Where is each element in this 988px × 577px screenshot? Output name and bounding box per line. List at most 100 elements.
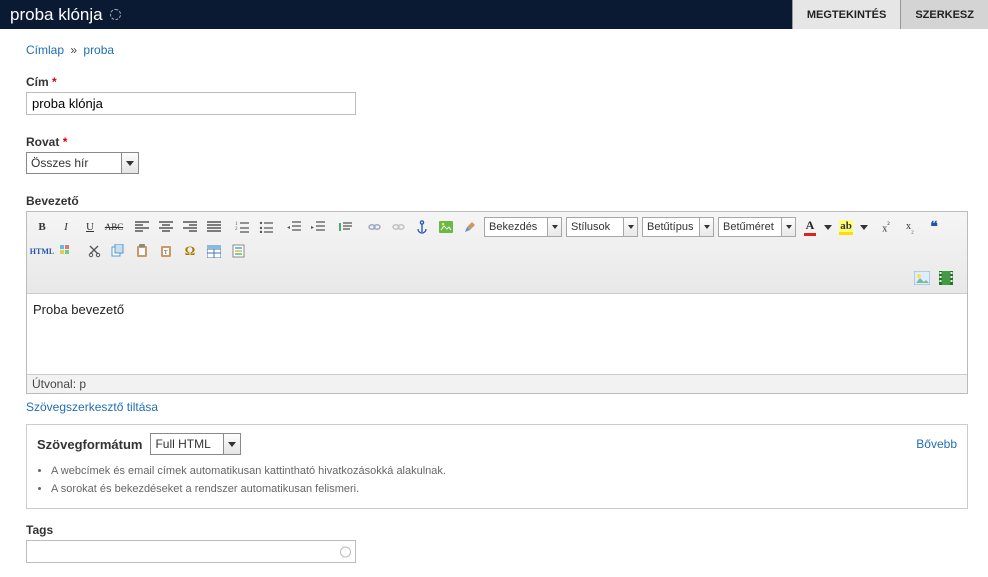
unordered-list-icon — [259, 221, 273, 233]
html-source-button[interactable]: HTML — [31, 240, 53, 262]
font-size-value: Betűméret — [719, 218, 781, 236]
select-button[interactable] — [623, 218, 637, 236]
cleanup-button[interactable] — [459, 216, 481, 238]
anchor-button[interactable] — [411, 216, 433, 238]
title-input[interactable] — [26, 92, 356, 115]
align-justify-icon — [207, 221, 221, 233]
copy-icon — [111, 244, 125, 258]
tab-view[interactable]: MEGTEKINTÉS — [792, 0, 900, 29]
chevron-down-icon — [824, 225, 832, 230]
align-right-button[interactable] — [179, 216, 201, 238]
rovat-label: Rovat * — [26, 135, 968, 149]
rovat-select-button[interactable] — [121, 153, 138, 173]
tab-edit[interactable]: SZERKESZ — [900, 0, 988, 29]
scissors-icon — [88, 244, 101, 258]
insert-media-button[interactable] — [935, 267, 957, 289]
image-button[interactable] — [435, 216, 457, 238]
special-char-omega-button[interactable]: Ω — [179, 240, 201, 262]
anchor-icon — [416, 220, 428, 234]
breadcrumb-home[interactable]: Címlap — [26, 43, 64, 57]
unlink-button[interactable] — [387, 216, 409, 238]
underline-button[interactable]: U — [79, 216, 101, 238]
field-rovat: Rovat * Összes hír — [26, 135, 968, 174]
primary-tabs: MEGTEKINTÉS SZERKESZ — [792, 0, 988, 29]
editor-element-path: Útvonal: p — [27, 374, 967, 393]
toolbar-row-2 — [30, 263, 964, 290]
cut-button[interactable] — [83, 240, 105, 262]
paste-icon — [136, 244, 148, 258]
chevron-down-icon — [704, 225, 710, 229]
chevron-down-icon — [628, 225, 634, 229]
grid-icon — [59, 244, 73, 258]
unlink-icon — [391, 221, 406, 233]
chevron-down-icon — [228, 442, 236, 447]
paragraph-format-select[interactable]: Bekezdés — [484, 217, 562, 237]
tags-input[interactable] — [26, 540, 356, 563]
paste-text-button[interactable]: T — [155, 240, 177, 262]
format-hints: A webcímek és email címek automatikusan … — [51, 463, 957, 498]
breadcrumb-item[interactable]: proba — [83, 43, 114, 57]
blockquote-button[interactable] — [335, 216, 357, 238]
align-center-button[interactable] — [155, 216, 177, 238]
chevron-down-icon — [860, 225, 868, 230]
text-color-dropdown[interactable] — [823, 216, 833, 238]
ordered-list-icon: 12 — [235, 221, 249, 233]
indent-button[interactable] — [307, 216, 329, 238]
disable-editor-link[interactable]: Szövegszerkesztő tiltása — [26, 400, 158, 414]
subscript-button[interactable]: x₂ — [899, 216, 921, 238]
align-left-button[interactable] — [131, 216, 153, 238]
svg-text:T: T — [164, 250, 168, 256]
quotation-button[interactable]: ❝ — [923, 216, 945, 238]
more-info-link[interactable]: Bővebb — [916, 437, 957, 451]
text-format-select[interactable]: Full HTML — [150, 433, 241, 455]
table-button[interactable] — [203, 240, 225, 262]
chevron-down-icon — [552, 225, 558, 229]
text-format-button[interactable] — [223, 434, 240, 454]
font-select[interactable]: Betűtípus — [642, 217, 714, 237]
italic-button[interactable]: I — [55, 216, 77, 238]
broom-icon — [463, 220, 477, 234]
numbered-list-button[interactable]: 12 — [231, 216, 253, 238]
special-char-button[interactable] — [55, 240, 77, 262]
outdent-icon — [287, 221, 301, 233]
template-icon — [232, 244, 245, 258]
editor-toolbar: B I U ABC 12 — [27, 212, 967, 294]
svg-text:2: 2 — [235, 227, 238, 232]
page-title-bar: proba klónja — [10, 5, 121, 25]
intro-label: Bevezető — [26, 194, 968, 208]
select-button[interactable] — [781, 218, 795, 236]
bullet-list-button[interactable] — [255, 216, 277, 238]
link-button[interactable] — [363, 216, 385, 238]
outdent-button[interactable] — [283, 216, 305, 238]
gear-icon[interactable] — [110, 9, 121, 20]
select-button[interactable] — [547, 218, 561, 236]
bg-color-dropdown[interactable] — [859, 216, 869, 238]
insert-image-button[interactable] — [911, 267, 933, 289]
breadcrumb-separator: » — [70, 43, 77, 57]
top-bar: proba klónja MEGTEKINTÉS SZERKESZ — [0, 0, 988, 29]
required-marker: * — [63, 135, 68, 149]
text-color-button[interactable]: A — [799, 216, 821, 238]
select-button[interactable] — [699, 218, 713, 236]
chevron-down-icon — [126, 161, 134, 166]
font-size-select[interactable]: Betűméret — [718, 217, 796, 237]
bg-color-button[interactable]: ab — [835, 216, 857, 238]
format-hint: A webcímek és email címek automatikusan … — [51, 463, 957, 481]
picture-icon — [914, 271, 930, 285]
rovat-select[interactable]: Összes hír — [26, 152, 139, 174]
text-format-label: Szövegformátum — [37, 437, 142, 452]
copy-button[interactable] — [107, 240, 129, 262]
align-justify-button[interactable] — [203, 216, 225, 238]
template-button[interactable] — [227, 240, 249, 262]
paste-button[interactable] — [131, 240, 153, 262]
styles-select[interactable]: Stílusok — [566, 217, 638, 237]
superscript-button[interactable]: x² — [875, 216, 897, 238]
font-value: Betűtípus — [643, 218, 699, 236]
bold-button[interactable]: B — [31, 216, 53, 238]
editor-content[interactable]: Proba bevezető — [27, 294, 967, 374]
align-left-icon — [135, 221, 149, 233]
field-tags: Tags — [26, 523, 968, 563]
strike-button[interactable]: ABC — [103, 216, 125, 238]
image-icon — [439, 221, 453, 233]
text-format-row: Szövegformátum Full HTML Bővebb — [37, 433, 957, 455]
